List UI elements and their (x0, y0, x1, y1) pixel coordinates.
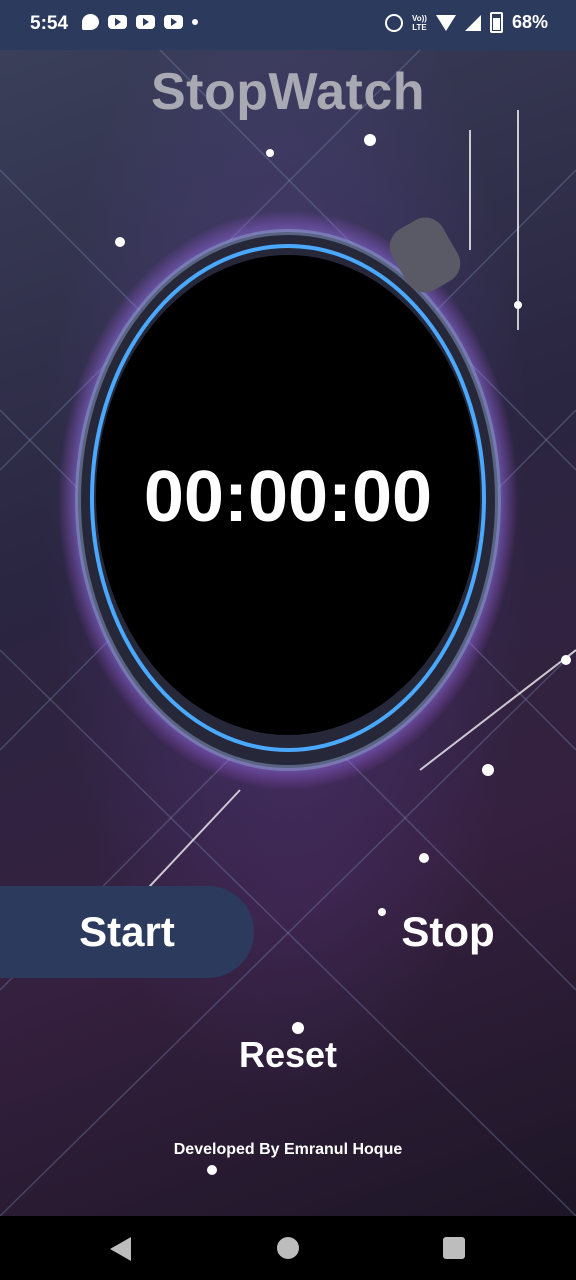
stop-button[interactable]: Stop (340, 886, 556, 978)
timer-display: 00:00:00 (143, 457, 433, 537)
home-icon[interactable] (277, 1237, 299, 1259)
signal-icon (464, 14, 481, 31)
notification-icons (82, 14, 198, 30)
status-bar: 5:54 Vo)) LTE 68% (0, 0, 576, 50)
status-indicators: Vo)) LTE 68% (385, 12, 548, 33)
battery-percent: 68% (511, 12, 548, 32)
dot-icon (192, 19, 198, 25)
youtube-icon (108, 15, 127, 29)
volte-icon: Vo)) LTE (412, 13, 427, 32)
reset-button[interactable]: Reset (188, 1022, 388, 1088)
developer-credit: Developed By Emranul Hoque (173, 1141, 403, 1158)
youtube-icon (136, 15, 155, 29)
recents-icon[interactable] (443, 1237, 465, 1259)
start-button[interactable]: Start (0, 886, 254, 978)
battery-icon (489, 12, 503, 33)
wifi-icon (435, 14, 456, 31)
app-title: StopWatch (150, 63, 426, 121)
navigation-bar (0, 1216, 576, 1280)
alarm-icon (385, 13, 403, 32)
status-time: 5:54 (30, 13, 69, 34)
youtube-icon (164, 15, 183, 29)
stopwatch-screen: 5:54 Vo)) LTE 68% StopWatch 00:00:00 Sta… (0, 0, 576, 1280)
message-icon (82, 14, 99, 30)
back-icon[interactable] (110, 1237, 131, 1261)
